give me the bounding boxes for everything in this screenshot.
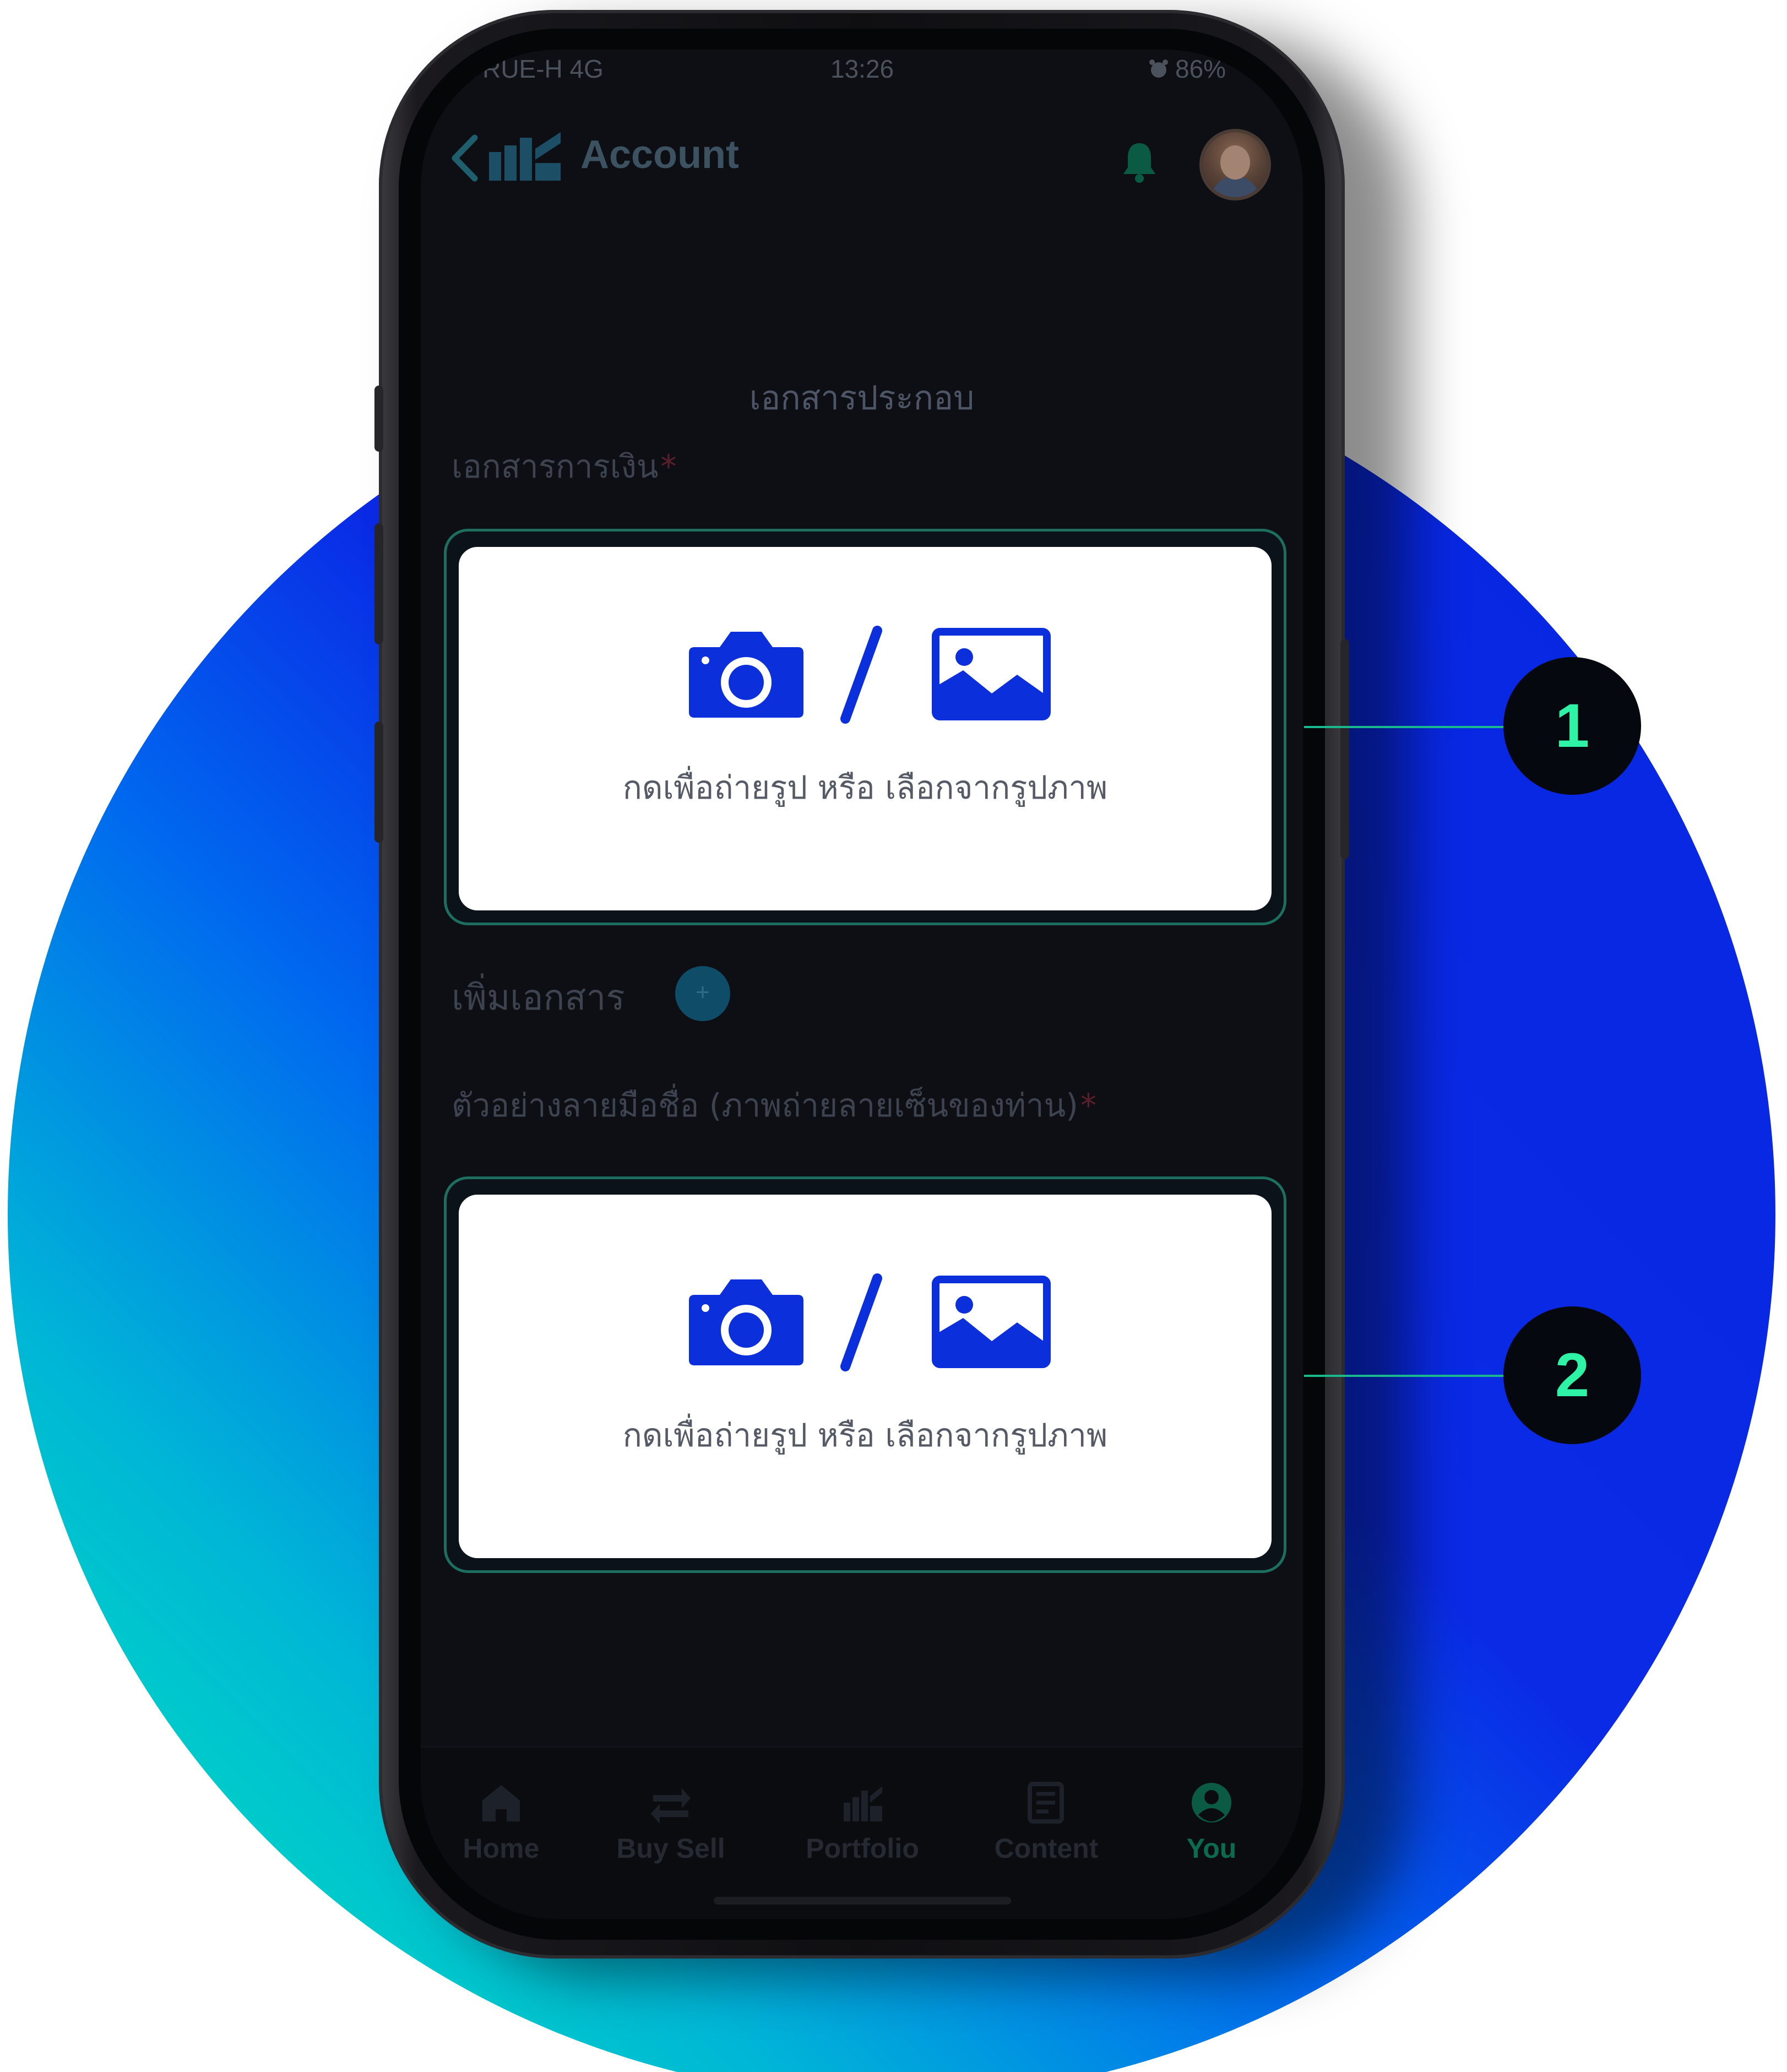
page-title: Account	[580, 133, 739, 177]
financial-doc-upload-card[interactable]: / กดเพื่อถ่ายรูป หรือ เลือกจากรูปภาพ	[459, 547, 1272, 910]
slash-separator: /	[840, 626, 882, 724]
tab-label: Home	[463, 1833, 540, 1864]
callout-badge-1: 1	[1503, 657, 1641, 795]
section-title: เอกสารประกอบ	[749, 379, 975, 417]
required-mark: *	[660, 448, 677, 485]
image-gallery-icon	[932, 628, 1051, 720]
bell-icon[interactable]	[1120, 140, 1159, 184]
tab-label: Buy Sell	[616, 1833, 725, 1864]
app-content: TRUE-H 4G 13:26 86% Account เอกสารประกอบ…	[421, 50, 1303, 1919]
back-chevron-icon[interactable]	[448, 133, 481, 183]
avatar[interactable]	[1203, 132, 1268, 197]
phone-screen: TRUE-H 4G 13:26 86% Account เอกสารประกอบ…	[421, 50, 1303, 1919]
callout-line-1	[1304, 726, 1509, 728]
camera-icon	[689, 632, 803, 718]
callout-badge-2: 2	[1503, 1306, 1641, 1444]
status-battery: 86%	[1148, 54, 1226, 84]
phone-volume-down-button	[374, 722, 383, 843]
signature-label: ตัวอย่างลายมือชื่อ (ภาพถ่ายลายเซ็นของท่า…	[452, 1080, 1096, 1131]
signature-label-text: ตัวอย่างลายมือชื่อ (ภาพถ่ายลายเซ็นของท่า…	[452, 1087, 1078, 1124]
financial-doc-label-text: เอกสารการเงิน	[452, 448, 659, 485]
add-document-label: เพิ่มเอกสาร	[452, 978, 625, 1018]
tab-label: You	[1186, 1833, 1237, 1864]
phone-power-button	[1340, 639, 1349, 859]
tab-home[interactable]: Home	[421, 1781, 584, 1891]
required-mark: *	[1080, 1087, 1096, 1124]
tab-you[interactable]: You	[1129, 1781, 1294, 1891]
swap-arrows-icon	[651, 1788, 691, 1824]
alarm-icon	[1149, 59, 1168, 78]
user-profile-icon	[1192, 1783, 1231, 1823]
tab-content[interactable]: Content	[964, 1781, 1129, 1891]
tab-buy-sell[interactable]: Buy Sell	[588, 1781, 753, 1891]
callout-line-2	[1304, 1375, 1509, 1377]
phone-volume-up-button	[374, 523, 383, 644]
home-icon	[482, 1785, 520, 1821]
phone-action-button	[374, 386, 383, 452]
financial-doc-label: เอกสารการเงิน*	[452, 441, 677, 492]
slash-separator: /	[840, 1273, 882, 1371]
status-bar: TRUE-H 4G 13:26 86%	[421, 50, 1303, 110]
add-document-button[interactable]: +	[675, 966, 730, 1021]
tab-label: Portfolio	[806, 1833, 919, 1864]
bottom-tab-bar: Home Buy Sell Portfolio Content You	[421, 1746, 1303, 1919]
financial-doc-upload-frame: / กดเพื่อถ่ายรูป หรือ เลือกจากรูปภาพ	[444, 529, 1286, 925]
portfolio-chart-icon	[844, 1786, 882, 1821]
upload-hint: กดเพื่อถ่ายรูป หรือ เลือกจากรูปภาพ	[622, 1417, 1108, 1454]
camera-icon	[689, 1279, 803, 1365]
brand-logo-icon	[489, 132, 561, 181]
status-time: 13:26	[830, 55, 894, 83]
image-gallery-icon	[932, 1276, 1051, 1368]
battery-percent: 86%	[1175, 55, 1226, 83]
app-header: Account	[421, 110, 1303, 197]
signature-upload-card[interactable]: / กดเพื่อถ่ายรูป หรือ เลือกจากรูปภาพ	[459, 1195, 1272, 1558]
avatar-face	[1220, 145, 1250, 180]
status-carrier: TRUE-H 4G	[467, 55, 604, 83]
tab-label: Content	[994, 1833, 1099, 1864]
upload-hint: กดเพื่อถ่ายรูป หรือ เลือกจากรูปภาพ	[622, 769, 1108, 806]
tab-portfolio[interactable]: Portfolio	[780, 1781, 945, 1891]
stage: TRUE-H 4G 13:26 86% Account เอกสารประกอบ…	[0, 0, 1787, 2072]
document-icon	[1028, 1782, 1064, 1824]
signature-upload-frame: / กดเพื่อถ่ายรูป หรือ เลือกจากรูปภาพ	[444, 1176, 1286, 1573]
home-indicator	[714, 1897, 1011, 1905]
